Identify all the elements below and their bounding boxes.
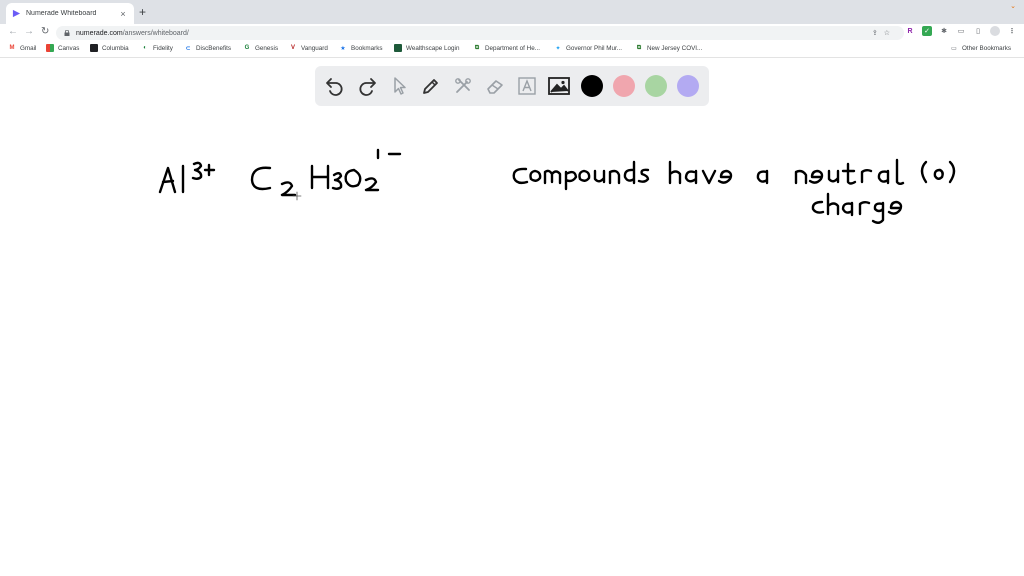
nj-icon: ⧉	[474, 44, 480, 51]
tab-title: Numerade Whiteboard	[26, 10, 97, 17]
vanguard-icon: V	[290, 45, 295, 51]
nj-icon: ⧉	[636, 44, 642, 51]
gmail-icon: M	[9, 45, 15, 51]
bookmark-genesis[interactable]: G Genesis	[243, 44, 278, 52]
folder-icon: ▭	[951, 45, 957, 52]
bookmark-fidelity[interactable]: ◐ Fidelity	[141, 44, 173, 52]
bookmark-department-of-health[interactable]: ⧉ Department of He...	[473, 44, 540, 52]
wealthscape-icon	[394, 44, 402, 52]
ink-al-3plus	[158, 161, 216, 194]
url-host: numerade.com	[76, 29, 123, 37]
profile-avatar-icon[interactable]	[990, 26, 1000, 36]
url-path: /answers/whiteboard/	[122, 29, 189, 37]
handwriting-ink-layer	[158, 148, 956, 224]
new-tab-button[interactable]: +	[139, 5, 146, 19]
ink-compounds-have-a-neutral	[512, 158, 956, 191]
canvas-icon	[46, 44, 54, 52]
tab-strip: Numerade Whiteboard × + ⌄	[0, 0, 1024, 24]
bookmark-vanguard[interactable]: V Vanguard	[289, 44, 328, 52]
bookmarks-bar: M Gmail Canvas Columbia ◐ Fidelity ⊂ DiscBe…	[0, 41, 1024, 58]
bookmark-columbia[interactable]: Columbia	[90, 44, 129, 52]
side-panel-icon[interactable]: ▯	[973, 26, 983, 36]
extension-r-icon[interactable]: R	[905, 26, 915, 36]
twitter-icon: ✦	[555, 45, 561, 52]
bookmark-discbenefits[interactable]: ⊂ DiscBenefits	[184, 44, 231, 52]
back-arrow-icon[interactable]: ←	[8, 26, 18, 38]
menu-kebab-icon[interactable]: ⋮	[1007, 26, 1017, 36]
tab-close-icon[interactable]: ×	[118, 9, 128, 19]
ink-acetate-formula	[250, 148, 402, 197]
bookmark-star-icon[interactable]: ☆	[884, 29, 890, 37]
discbenefits-icon: ⊂	[185, 45, 191, 52]
extensions-puzzle-icon[interactable]: ✱	[939, 26, 949, 36]
numerade-favicon-icon	[12, 9, 21, 18]
forward-arrow-icon[interactable]: →	[24, 26, 34, 38]
star-icon: ★	[340, 45, 346, 52]
fidelity-icon: ◐	[143, 45, 147, 51]
reload-icon[interactable]: ↻	[41, 26, 49, 38]
address-bar[interactable]: numerade.com/answers/whiteboard/ ⇪ ☆	[56, 26, 904, 40]
navigation-bar: ← → ↻ numerade.com/answers/whiteboard/ ⇪…	[0, 24, 1024, 41]
bookmark-canvas[interactable]: Canvas	[46, 44, 79, 52]
bookmark-governor-phil-murphy[interactable]: ✦ Governor Phil Mur...	[554, 44, 622, 52]
tab-numerade-whiteboard[interactable]: Numerade Whiteboard ×	[6, 3, 134, 24]
crosshair-cursor-icon	[292, 191, 302, 201]
genesis-icon: G	[244, 45, 250, 51]
other-bookmarks-folder[interactable]: ▭ Other Bookmarks	[950, 44, 1011, 52]
bookmark-wealthscape[interactable]: Wealthscape Login	[394, 44, 459, 52]
extension-check-icon[interactable]: ✓	[922, 26, 932, 36]
lock-icon	[64, 30, 70, 36]
columbia-icon	[90, 44, 98, 52]
ink-charge	[811, 192, 903, 224]
bookmark-folder-bookmarks[interactable]: ★ Bookmarks	[339, 44, 382, 52]
bookmark-new-jersey-covid[interactable]: ⧉ New Jersey COVI...	[635, 44, 702, 52]
tab-search-chevron-icon[interactable]: ⌄	[1010, 2, 1016, 10]
share-icon[interactable]: ⇪	[872, 29, 878, 37]
bookmark-gmail[interactable]: M Gmail	[8, 44, 37, 52]
whiteboard-canvas[interactable]	[0, 58, 1024, 576]
cast-icon[interactable]: ▭	[956, 26, 966, 36]
